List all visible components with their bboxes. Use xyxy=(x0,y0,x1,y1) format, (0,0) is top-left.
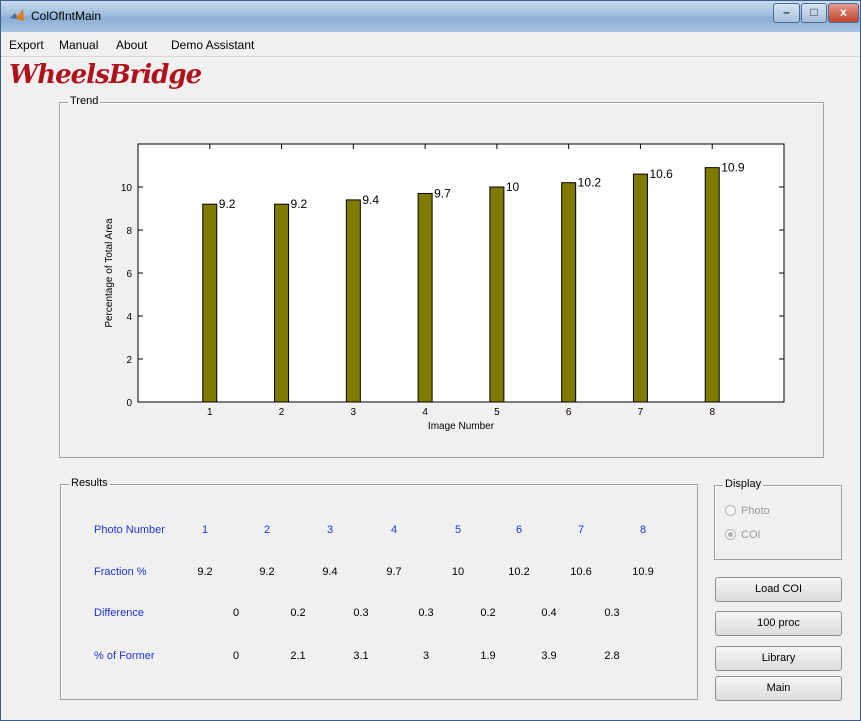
difference-cell: 0.3 xyxy=(604,607,620,619)
fraction-cell: 9.7 xyxy=(386,566,402,578)
menu-bar: Export Manual About Demo Assistant xyxy=(1,32,860,57)
photo-radio[interactable]: Photo xyxy=(725,505,770,517)
coi-radio-circle xyxy=(725,529,736,540)
close-button[interactable]: x xyxy=(828,3,859,23)
app-window: ColOfIntMain – □ x Export Manual About D… xyxy=(0,0,861,721)
display-panel-title: Display xyxy=(723,478,764,490)
photo-number-cell: 7 xyxy=(577,524,585,536)
fraction-cell: 9.2 xyxy=(197,566,213,578)
trend-panel: Trend xyxy=(59,95,824,458)
of-former-label: % of Former xyxy=(94,650,155,662)
menu-manual[interactable]: Manual xyxy=(59,38,98,52)
of-former-cell: 3.1 xyxy=(353,650,369,662)
logo-part2: Bridge xyxy=(108,60,202,90)
display-panel: Display Photo COI xyxy=(714,478,842,560)
menu-about[interactable]: About xyxy=(116,38,147,52)
photo-number-cell: 1 xyxy=(201,524,209,536)
coi-radio[interactable]: COI xyxy=(725,529,761,541)
of-former-cell: 3.9 xyxy=(541,650,557,662)
logo: WheelsBridge xyxy=(9,60,202,90)
difference-cell: 0.2 xyxy=(290,607,306,619)
difference-cell: 0.3 xyxy=(418,607,434,619)
fraction-cell: 10.6 xyxy=(570,566,592,578)
difference-cell: 0.4 xyxy=(541,607,557,619)
photo-number-cell: 8 xyxy=(639,524,647,536)
difference-cell: 0.2 xyxy=(480,607,496,619)
photo-radio-circle xyxy=(725,505,736,516)
photo-number-label: Photo Number xyxy=(94,524,165,536)
trend-panel-title: Trend xyxy=(68,95,101,107)
photo-number-cell: 5 xyxy=(454,524,462,536)
photo-number-cell: 2 xyxy=(263,524,271,536)
title-bar[interactable]: ColOfIntMain – □ x xyxy=(1,1,860,32)
coi-radio-label: COI xyxy=(741,529,761,541)
fraction-label: Fraction % xyxy=(94,566,147,578)
menu-export[interactable]: Export xyxy=(9,38,44,52)
photo-number-cell: 3 xyxy=(326,524,334,536)
fraction-cell: 10 xyxy=(451,566,465,578)
fraction-cell: 9.2 xyxy=(259,566,275,578)
minimize-button[interactable]: – xyxy=(773,3,800,23)
logo-part1: Wheels xyxy=(9,60,110,90)
of-former-cell: 2.8 xyxy=(604,650,620,662)
photo-number-cell: 4 xyxy=(390,524,398,536)
of-former-cell: 2.1 xyxy=(290,650,306,662)
of-former-cell: 3 xyxy=(422,650,430,662)
difference-label: Difference xyxy=(94,607,144,619)
of-former-cell: 0 xyxy=(232,650,240,662)
load-coi-button[interactable]: Load COI xyxy=(715,577,842,602)
results-panel: Results xyxy=(60,477,698,700)
difference-cell: 0.3 xyxy=(353,607,369,619)
window-title: ColOfIntMain xyxy=(31,9,102,23)
matlab-icon xyxy=(10,9,24,21)
proc100-button[interactable]: 100 proc xyxy=(715,611,842,636)
fraction-cell: 10.9 xyxy=(632,566,654,578)
fraction-cell: 9.4 xyxy=(322,566,338,578)
main-button[interactable]: Main xyxy=(715,676,842,701)
results-panel-title: Results xyxy=(69,477,110,489)
library-button[interactable]: Library xyxy=(715,646,842,671)
of-former-cell: 1.9 xyxy=(480,650,496,662)
photo-radio-label: Photo xyxy=(741,505,770,517)
maximize-button[interactable]: □ xyxy=(801,3,827,23)
menu-demo-assistant[interactable]: Demo Assistant xyxy=(171,38,254,52)
fraction-cell: 10.2 xyxy=(508,566,530,578)
photo-number-cell: 6 xyxy=(515,524,523,536)
difference-cell: 0 xyxy=(232,607,240,619)
